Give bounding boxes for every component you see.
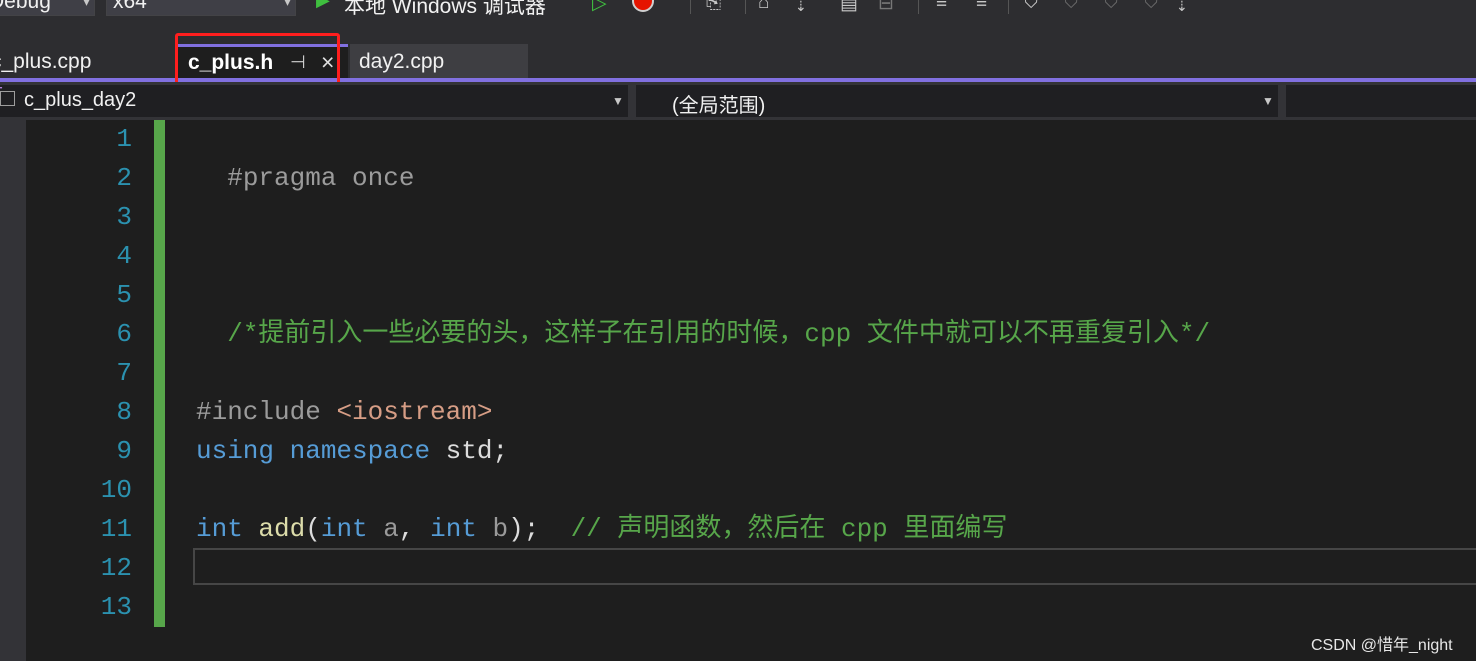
start-without-debugging-icon[interactable]: ▷ — [592, 0, 607, 15]
chevron-down-icon: ▾ — [283, 0, 291, 9]
save-icon[interactable]: ▤ — [840, 0, 858, 15]
include-header: <iostream> — [336, 397, 493, 427]
chevron-down-icon: ▼ — [612, 94, 624, 108]
format-icon[interactable]: ⊟ — [878, 0, 894, 15]
bookmark-next-icon[interactable]: ⛉ — [1104, 0, 1118, 14]
code-line-5[interactable]: /*提前引入一些必要的头，这样子在引用的时候，cpp 文件中就可以不再重复引入*… — [196, 276, 1210, 354]
home-icon[interactable]: ⌂ — [758, 0, 769, 14]
line-number: 12 — [100, 553, 132, 583]
chevron-down-icon: ▼ — [1262, 94, 1274, 108]
preprocessor-directive: #pragma once — [227, 163, 415, 193]
bookmark-prev-icon[interactable]: ⛉ — [1064, 0, 1078, 14]
chevron-down-icon: ▾ — [82, 0, 90, 9]
platform-dropdown[interactable]: x64 ▾ — [106, 0, 296, 16]
change-tracking-bar — [154, 120, 165, 627]
watermark: CSDN @惜年_night — [1311, 637, 1453, 654]
navigation-bar: c_plus_day2 ▼ (全局范围) ▼ — [0, 80, 1476, 120]
overflow-icon[interactable]: ⇣ — [1176, 0, 1188, 15]
line-number: 8 — [116, 397, 132, 427]
tab-day2-cpp[interactable]: day2.cpp — [350, 44, 528, 78]
code-line-1[interactable]: #pragma once — [196, 120, 414, 198]
toolbar-separator — [918, 0, 919, 14]
bookmark-clear-icon[interactable]: ⛉ — [1144, 0, 1158, 14]
bookmark-icon[interactable]: ⛉ — [1024, 0, 1038, 14]
line-number: 6 — [116, 319, 132, 349]
parameter: b — [476, 514, 509, 544]
keyword: using — [196, 436, 275, 466]
overflow-icon[interactable]: ⇣ — [795, 0, 807, 15]
platform-value: x64 — [113, 0, 147, 13]
preprocessor-directive: #include — [196, 397, 337, 427]
code-text: ( — [305, 514, 321, 544]
line-number: 1 — [116, 124, 132, 154]
line-number: 2 — [116, 163, 132, 193]
block-comment: /*提前引入一些必要的头，这样子在引用的时候，cpp 文件中就可以不再重复引入*… — [227, 319, 1211, 349]
project-dropdown[interactable]: c_plus_day2 ▼ — [0, 80, 628, 117]
code-text: std; — [430, 436, 509, 466]
editor-margin — [0, 120, 26, 661]
code-text: ); — [508, 514, 540, 544]
start-debugging-icon[interactable]: ▶ — [316, 0, 330, 11]
line-number: 11 — [100, 514, 132, 544]
line-number: 3 — [116, 202, 132, 232]
tab-label: day2.cpp — [359, 50, 445, 73]
line-number: 7 — [116, 358, 132, 388]
member-dropdown[interactable] — [1286, 85, 1476, 117]
line-number: 9 — [116, 436, 132, 466]
project-icon — [0, 80, 15, 106]
tab-label: c_plus.cpp — [0, 50, 92, 73]
browse-icon[interactable]: ⎘ — [706, 0, 721, 14]
project-name: c_plus_day2 — [24, 89, 137, 111]
toolbar: Debug ▾ x64 ▾ ▶ 本地 Windows 调试器 ▷ ⎘ ⌂ ⇣ ▤… — [0, 0, 1476, 22]
keyword: int — [430, 514, 477, 544]
line-comment: // 声明函数，然后在 cpp 里面编写 — [570, 514, 1008, 544]
current-line-highlight — [193, 548, 1476, 585]
record-icon[interactable] — [632, 0, 654, 12]
keyword: namespace — [289, 436, 431, 466]
keyword: int — [320, 514, 368, 544]
scope-dropdown[interactable]: (全局范围) ▼ — [636, 85, 1278, 117]
outdent-icon[interactable]: ≡ — [936, 0, 947, 14]
toolbar-separator — [745, 0, 746, 14]
code-line-9[interactable]: using namespace std; — [196, 432, 508, 471]
tab-c-plus-cpp[interactable]: c_plus.cpp — [0, 44, 176, 78]
line-number: 10 — [100, 475, 132, 505]
start-debugging-button[interactable]: 本地 Windows 调试器 — [344, 0, 546, 20]
function-name: add — [258, 514, 306, 544]
line-number-gutter: 1 2 3 4 5 6 7 8 9 10 11 12 13 — [26, 120, 154, 661]
line-number: 4 — [116, 241, 132, 271]
line-number: 5 — [116, 280, 132, 310]
code-line-11[interactable]: int add(int a, int b); // 声明函数，然后在 cpp 里… — [196, 510, 1007, 549]
code-line-8[interactable]: #include <iostream> — [196, 393, 492, 432]
toolbar-separator — [1008, 0, 1009, 14]
code-text: , — [398, 514, 431, 544]
keyword: int — [196, 514, 243, 544]
parameter: a — [367, 514, 399, 544]
configuration-value: Debug — [0, 0, 51, 13]
toolbar-separator — [690, 0, 691, 14]
line-number: 13 — [100, 592, 132, 622]
indent-icon[interactable]: ≡ — [976, 0, 987, 14]
scope-name: (全局范围) — [672, 95, 766, 117]
configuration-dropdown[interactable]: Debug ▾ — [0, 0, 95, 16]
